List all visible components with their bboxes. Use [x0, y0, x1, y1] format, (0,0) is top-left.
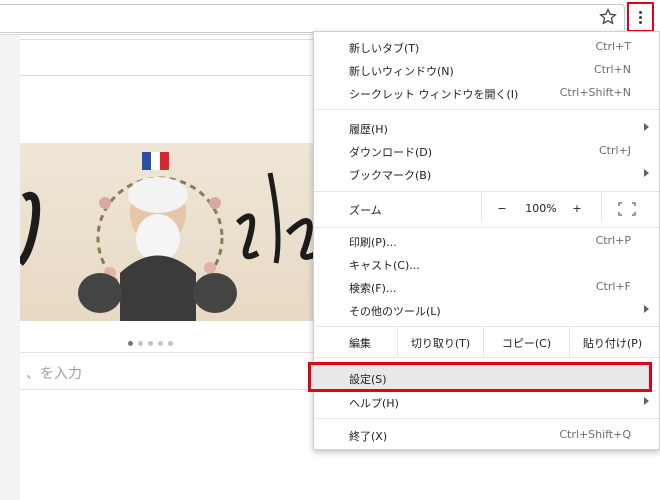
menu-item-bookmarks[interactable]: ブックマーク(B)	[314, 163, 659, 185]
left-edge	[0, 0, 20, 500]
menu-separator	[314, 109, 659, 110]
menu-item-label: 履歴(H)	[349, 123, 388, 136]
fullscreen-icon[interactable]	[618, 202, 636, 216]
kebab-dot	[639, 21, 642, 24]
menu-item-find[interactable]: 検索(F)... Ctrl+F	[314, 276, 659, 298]
kebab-dot	[639, 16, 642, 19]
menu-item-shortcut: Ctrl+P	[595, 234, 631, 247]
menu-item-label: 新しいタブ(T)	[349, 42, 420, 55]
menu-item-label: ブックマーク(B)	[349, 169, 432, 182]
menu-item-shortcut: Ctrl+Shift+N	[559, 86, 631, 99]
menu-item-help[interactable]: ヘルプ(H)	[314, 391, 659, 413]
paste-button[interactable]: 貼り付け(P)	[570, 335, 655, 351]
submenu-arrow-icon	[644, 169, 649, 177]
menu-item-shortcut: Ctrl+T	[595, 40, 631, 53]
zoom-divider	[601, 192, 602, 222]
zoom-divider	[481, 192, 482, 222]
search-placeholder: 、を入力	[26, 366, 82, 382]
copy-button[interactable]: コピー(C)	[484, 335, 569, 351]
menu-item-shortcut: Ctrl+Shift+Q	[559, 428, 631, 441]
menu-separator	[314, 357, 659, 358]
menu-separator	[314, 418, 659, 419]
menu-item-new-tab[interactable]: 新しいタブ(T) Ctrl+T	[314, 36, 659, 58]
menu-item-downloads[interactable]: ダウンロード(D) Ctrl+J	[314, 140, 659, 162]
zoom-in-button[interactable]: +	[569, 202, 585, 215]
customize-menu-button[interactable]	[627, 2, 654, 32]
menu-item-print[interactable]: 印刷(P)... Ctrl+P	[314, 230, 659, 252]
submenu-arrow-icon	[644, 305, 649, 313]
menu-item-incognito-window[interactable]: シークレット ウィンドウを開く(I) Ctrl+Shift+N	[314, 82, 659, 104]
menu-item-label: その他のツール(L)	[349, 305, 441, 318]
menu-item-shortcut: Ctrl+N	[593, 63, 631, 76]
submenu-arrow-icon	[644, 123, 649, 131]
menu-item-label: 終了(X)	[349, 430, 388, 443]
edit-row: 編集 切り取り(T) コピー(C) 貼り付け(P)	[314, 327, 659, 357]
zoom-row: ズーム − 100% +	[314, 192, 659, 222]
zoom-label: ズーム	[349, 204, 382, 217]
menu-item-label: キャスト(C)...	[349, 259, 420, 272]
doodle-carousel-dots[interactable]	[128, 331, 178, 350]
menu-item-label: ヘルプ(H)	[349, 397, 399, 410]
menu-item-label: 新しいウィンドウ(N)	[349, 65, 454, 78]
menu-separator	[314, 227, 659, 228]
menu-item-history[interactable]: 履歴(H)	[314, 117, 659, 139]
search-box[interactable]: 、を入力	[20, 352, 320, 390]
menu-item-shortcut: Ctrl+J	[598, 144, 631, 157]
menu-item-label: 印刷(P)...	[349, 236, 397, 249]
menu-item-more-tools[interactable]: その他のツール(L)	[314, 299, 659, 321]
chrome-main-menu: 新しいタブ(T) Ctrl+T 新しいウィンドウ(N) Ctrl+N シークレッ…	[308, 31, 660, 450]
menu-item-cast[interactable]: キャスト(C)...	[314, 253, 659, 275]
doodle-illustration	[20, 152, 320, 321]
submenu-arrow-icon	[644, 397, 649, 405]
menu-item-new-window[interactable]: 新しいウィンドウ(N) Ctrl+N	[314, 59, 659, 81]
menu-item-exit[interactable]: 終了(X) Ctrl+Shift+Q	[314, 424, 659, 446]
divider	[20, 39, 320, 40]
menu-item-label: シークレット ウィンドウを開く(I)	[349, 88, 519, 101]
menu-item-settings[interactable]: 設定(S)	[308, 362, 652, 392]
zoom-out-button[interactable]: −	[494, 202, 510, 215]
bookmark-star-icon[interactable]	[598, 7, 618, 27]
google-doodle[interactable]	[20, 143, 320, 321]
menu-item-label: 検索(F)...	[349, 282, 397, 295]
kebab-dot	[639, 11, 642, 14]
divider	[20, 75, 320, 76]
edit-label: 編集	[349, 337, 371, 350]
zoom-level: 100%	[525, 202, 557, 215]
menu-item-label: 設定(S)	[349, 373, 387, 386]
menu-separator	[314, 191, 659, 192]
address-bar[interactable]	[0, 4, 625, 33]
cut-button[interactable]: 切り取り(T)	[398, 335, 483, 351]
menu-item-label: ダウンロード(D)	[349, 146, 433, 159]
menu-item-shortcut: Ctrl+F	[595, 280, 631, 293]
browser-toolbar	[0, 0, 660, 35]
